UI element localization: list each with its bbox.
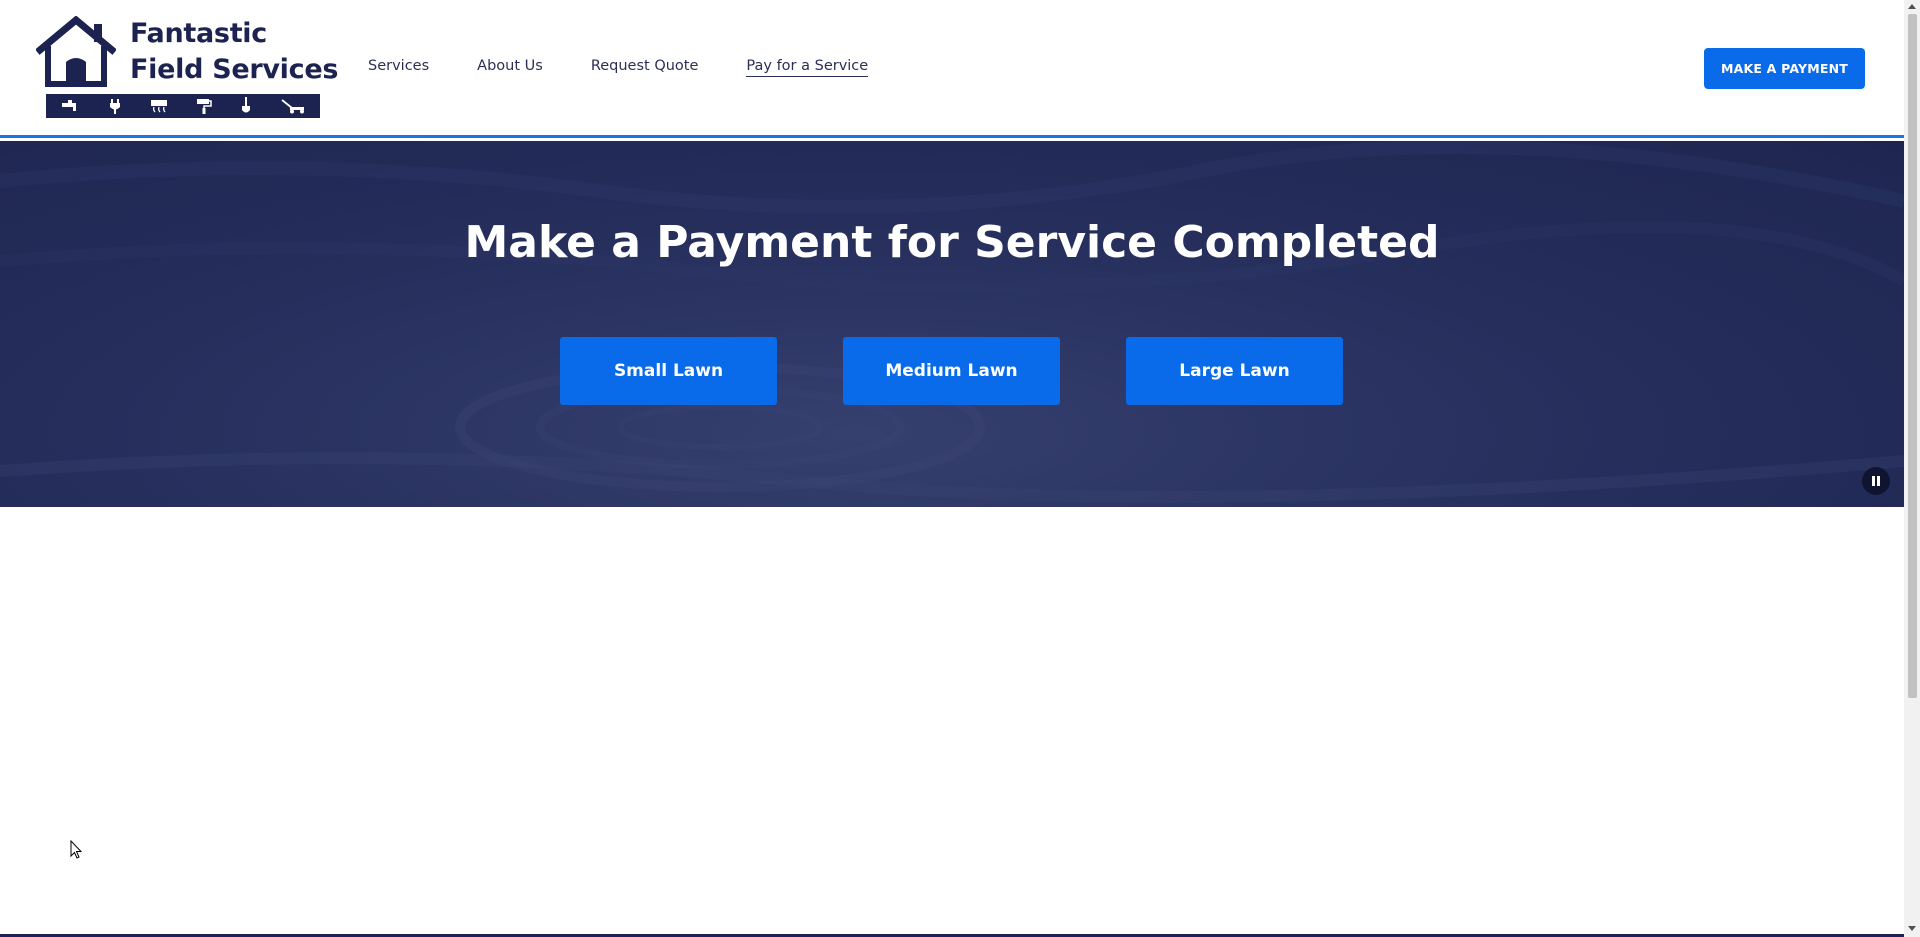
lawn-mower-icon <box>281 99 304 114</box>
main-nav: Services About Us Request Quote Pay for … <box>368 58 916 77</box>
nav-item-about-us[interactable]: About Us <box>477 58 543 77</box>
brand-logo[interactable]: Fantastic Field Services <box>36 16 338 120</box>
hero-section: Make a Payment for Service Completed Sma… <box>0 141 1904 507</box>
brand-name-line2: Field Services <box>130 54 339 85</box>
house-icon <box>36 16 116 87</box>
scrollbar-thumb[interactable] <box>1908 14 1917 698</box>
scroll-up-arrow-icon[interactable] <box>1908 4 1916 9</box>
paint-roller-icon <box>197 99 212 114</box>
page-scrollbar[interactable] <box>1904 0 1920 937</box>
hvac-icon <box>151 100 167 113</box>
site-header: Fantastic Field Services Services About … <box>0 0 1904 138</box>
lawn-size-buttons: Small Lawn Medium Lawn Large Lawn <box>560 337 1343 405</box>
video-pause-button[interactable] <box>1862 467 1890 495</box>
nav-item-request-quote[interactable]: Request Quote <box>591 58 699 77</box>
brand-name-line1: Fantastic <box>130 18 267 49</box>
hero-title: Make a Payment for Service Completed <box>464 217 1440 268</box>
shovel-icon <box>242 97 250 113</box>
scroll-down-arrow-icon[interactable] <box>1908 926 1916 931</box>
medium-lawn-button[interactable]: Medium Lawn <box>843 337 1060 405</box>
nav-item-services[interactable]: Services <box>368 58 429 77</box>
nav-item-pay-for-a-service[interactable]: Pay for a Service <box>746 58 869 77</box>
pause-icon <box>1872 476 1880 486</box>
faucet-icon <box>62 100 76 111</box>
page: Fantastic Field Services Services About … <box>0 0 1904 937</box>
large-lawn-button[interactable]: Large Lawn <box>1126 337 1343 405</box>
mouse-cursor-icon <box>70 840 83 859</box>
plug-icon <box>110 99 120 114</box>
small-lawn-button[interactable]: Small Lawn <box>560 337 777 405</box>
service-icons-bar <box>46 94 320 118</box>
hero-background-video <box>0 141 1904 503</box>
make-a-payment-button[interactable]: MAKE A PAYMENT <box>1704 48 1865 89</box>
